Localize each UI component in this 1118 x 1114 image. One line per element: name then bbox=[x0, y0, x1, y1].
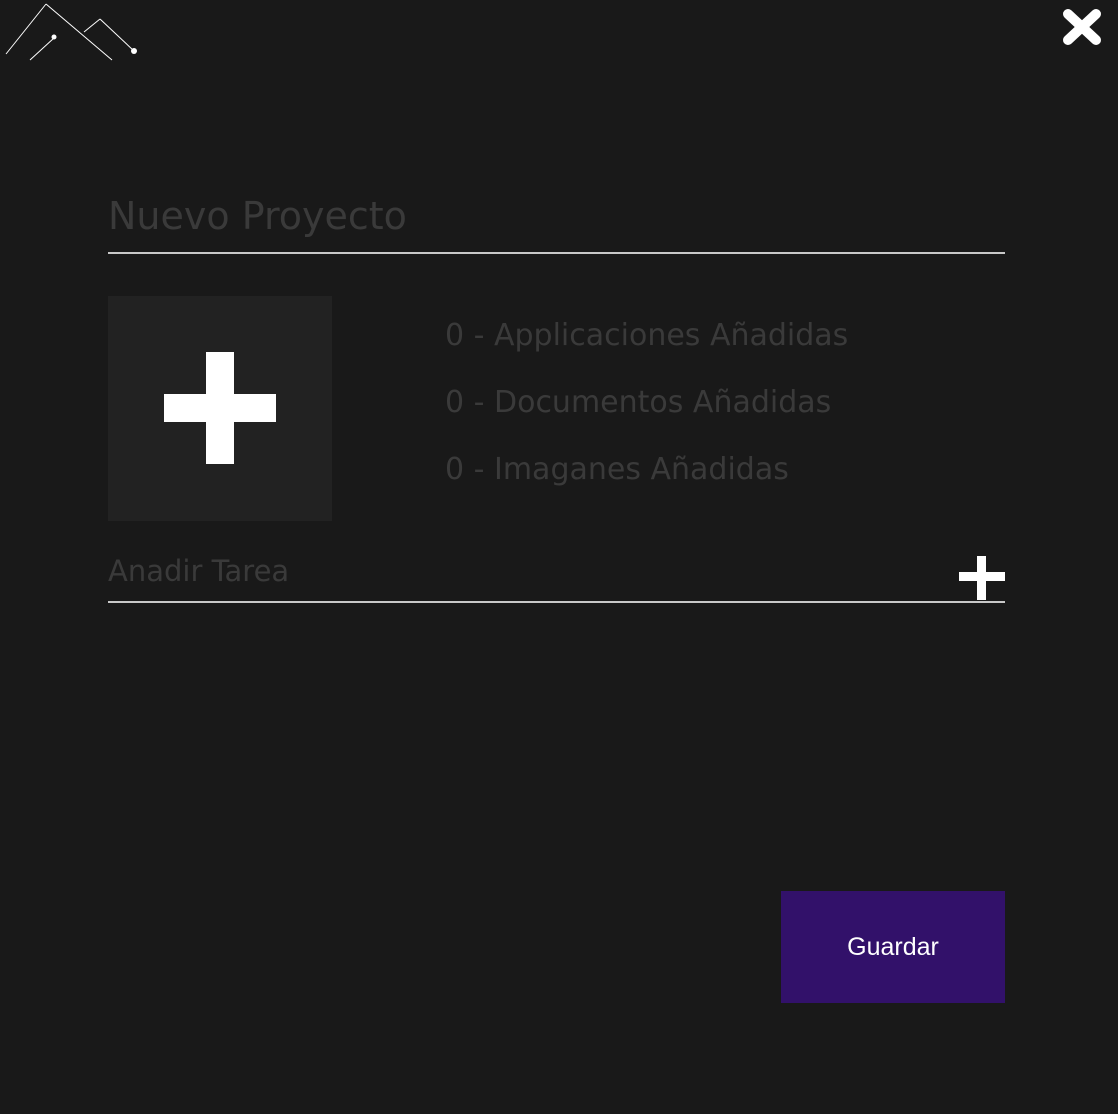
mountain-logo-icon bbox=[5, 3, 137, 61]
plus-icon bbox=[959, 556, 1005, 600]
add-task-field bbox=[108, 548, 1005, 603]
project-name-field bbox=[108, 186, 1005, 254]
close-icon bbox=[1063, 9, 1101, 45]
add-task-button[interactable] bbox=[958, 554, 1006, 600]
add-media-button[interactable] bbox=[108, 296, 332, 521]
plus-icon bbox=[164, 352, 276, 464]
attachment-counts: 0 - Applicaciones Añadidas 0 - Documento… bbox=[445, 313, 848, 514]
close-button[interactable] bbox=[1058, 4, 1106, 50]
add-task-input[interactable] bbox=[108, 548, 928, 594]
project-name-input[interactable] bbox=[108, 186, 1005, 246]
applications-count: 0 - Applicaciones Añadidas bbox=[445, 318, 849, 353]
save-button[interactable]: Guardar bbox=[781, 891, 1005, 1003]
images-count: 0 - Imaganes Añadidas bbox=[445, 452, 789, 487]
documents-count: 0 - Documentos Añadidas bbox=[445, 385, 832, 420]
